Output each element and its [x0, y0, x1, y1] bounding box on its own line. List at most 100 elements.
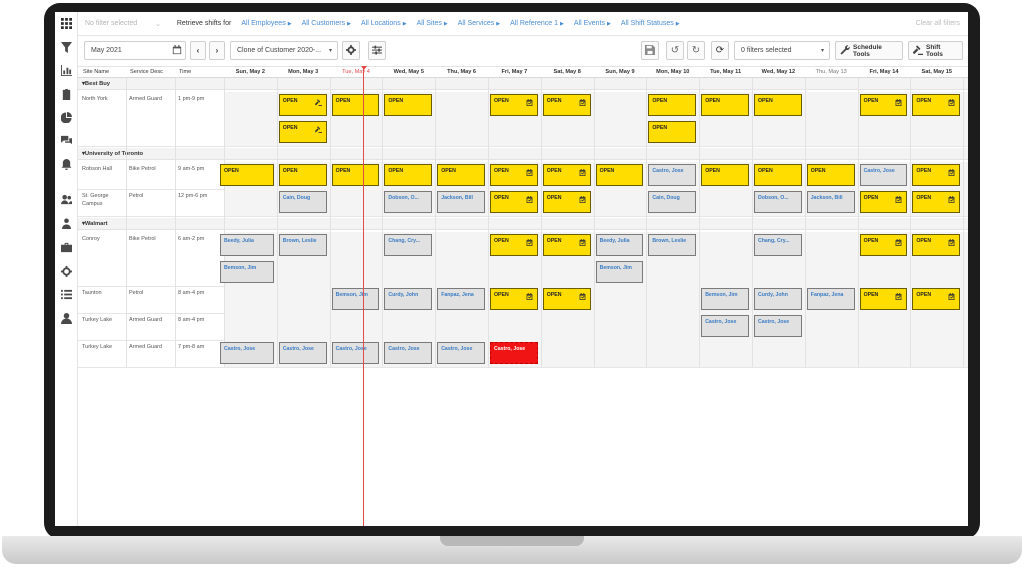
- filter-icon[interactable]: [59, 40, 74, 55]
- assigned-shift[interactable]: Brown, Leslie: [278, 234, 327, 256]
- assigned-shift[interactable]: Bemson, Jim: [220, 261, 274, 283]
- assigned-shift[interactable]: Chang, Cry...: [754, 234, 802, 256]
- assigned-shift[interactable]: Jackson, Bill: [437, 191, 485, 213]
- assigned-shift[interactable]: Castro, Jose: [859, 164, 908, 186]
- chevron-down-icon[interactable]: ⌄: [155, 20, 161, 28]
- list-icon[interactable]: [59, 287, 74, 302]
- filter-services[interactable]: All Services ▶: [458, 20, 500, 27]
- assigned-shift[interactable]: Dobson, O...: [754, 191, 802, 213]
- assigned-shift[interactable]: Curdy, John: [384, 288, 433, 310]
- prev-button[interactable]: ‹: [190, 41, 206, 60]
- assigned-shift[interactable]: Castro, Jose: [648, 164, 697, 186]
- bell-icon[interactable]: [59, 157, 74, 172]
- open-shift[interactable]: OPEN: [859, 94, 908, 116]
- gear-icon[interactable]: [59, 264, 74, 279]
- assigned-shift[interactable]: Jackson, Bill: [806, 191, 855, 213]
- briefcase-icon[interactable]: [59, 240, 74, 255]
- clipboard-icon[interactable]: [59, 87, 74, 102]
- open-shift[interactable]: OPEN: [912, 191, 961, 213]
- bar-chart-icon[interactable]: [59, 63, 74, 78]
- filter-customers[interactable]: All Customers ▶: [302, 20, 351, 27]
- open-shift[interactable]: OPEN: [701, 164, 749, 186]
- group-header[interactable]: ▾Walmart: [78, 218, 968, 230]
- open-shift[interactable]: OPEN: [490, 191, 538, 213]
- filter-employees[interactable]: All Employees ▶: [241, 20, 291, 27]
- open-shift[interactable]: OPEN: [542, 234, 591, 256]
- group-header[interactable]: ▾Best Buy: [78, 78, 968, 90]
- assigned-shift[interactable]: Bemson, Jim: [701, 288, 749, 310]
- assigned-shift[interactable]: Castro, Jose: [754, 315, 802, 337]
- open-shift[interactable]: OPEN: [859, 191, 908, 213]
- filter-reference[interactable]: All Reference 1 ▶: [510, 20, 564, 27]
- open-shift[interactable]: OPEN: [490, 288, 538, 310]
- open-shift[interactable]: OPEN: [384, 164, 433, 186]
- open-shift[interactable]: OPEN: [648, 94, 697, 116]
- filter-shift-statuses[interactable]: All Shift Statuses ▶: [621, 20, 680, 27]
- open-shift[interactable]: OPEN: [331, 164, 380, 186]
- open-shift[interactable]: OPEN: [912, 94, 961, 116]
- open-shift[interactable]: OPEN: [754, 164, 802, 186]
- open-shift[interactable]: OPEN: [542, 164, 591, 186]
- open-shift[interactable]: OPEN: [278, 121, 327, 143]
- filter-locations[interactable]: All Locations ▶: [361, 20, 407, 27]
- save-button[interactable]: [641, 41, 659, 60]
- alert-shift[interactable]: Castro, Jose: [490, 342, 538, 364]
- assigned-shift[interactable]: Castro, Jose: [220, 342, 274, 364]
- refresh-button[interactable]: ⟳: [711, 41, 729, 60]
- assigned-shift[interactable]: Fanpaz, Jena: [437, 288, 485, 310]
- adjust-button[interactable]: [368, 41, 386, 60]
- open-shift[interactable]: OPEN: [595, 164, 644, 186]
- filters-select[interactable]: 0 filters selected ▾: [734, 41, 830, 60]
- open-shift[interactable]: OPEN: [384, 94, 433, 116]
- template-select[interactable]: Clone of Customer 2020-... ▾: [230, 41, 338, 60]
- assigned-shift[interactable]: Beedy, Julia: [595, 234, 644, 256]
- assigned-shift[interactable]: Castro, Jose: [384, 342, 433, 364]
- open-shift[interactable]: OPEN: [648, 121, 697, 143]
- open-shift[interactable]: OPEN: [754, 94, 802, 116]
- assigned-shift[interactable]: Castro, Jose: [278, 342, 327, 364]
- open-shift[interactable]: OPEN: [806, 164, 855, 186]
- apps-grid-icon[interactable]: [59, 16, 74, 31]
- open-shift[interactable]: OPEN: [331, 94, 380, 116]
- calendar-icon[interactable]: [172, 45, 182, 57]
- assigned-shift[interactable]: Bemson, Jim: [595, 261, 644, 283]
- assigned-shift[interactable]: Beedy, Julia: [220, 234, 274, 256]
- assigned-shift[interactable]: Cain, Doug: [648, 191, 697, 213]
- open-shift[interactable]: OPEN: [278, 94, 327, 116]
- assigned-shift[interactable]: Dobson, O...: [384, 191, 433, 213]
- open-shift[interactable]: OPEN: [490, 94, 538, 116]
- assigned-shift[interactable]: Cain, Doug: [278, 191, 327, 213]
- redo-button[interactable]: ↻: [687, 41, 705, 60]
- assigned-shift[interactable]: Fanpaz, Jena: [806, 288, 855, 310]
- open-shift[interactable]: OPEN: [490, 164, 538, 186]
- open-shift[interactable]: OPEN: [278, 164, 327, 186]
- pie-chart-icon[interactable]: [59, 110, 74, 125]
- open-shift[interactable]: OPEN: [542, 191, 591, 213]
- chat-icon[interactable]: [59, 133, 74, 148]
- schedule-tools-button[interactable]: Schedule Tools: [835, 41, 903, 60]
- filter-events[interactable]: All Events ▶: [574, 20, 611, 27]
- open-shift[interactable]: OPEN: [912, 288, 961, 310]
- assigned-shift[interactable]: Brown, Leslie: [648, 234, 697, 256]
- template-settings-button[interactable]: [342, 41, 360, 60]
- org-icon[interactable]: [59, 216, 74, 231]
- open-shift[interactable]: OPEN: [542, 288, 591, 310]
- undo-button[interactable]: ↺: [666, 41, 684, 60]
- assigned-shift[interactable]: Castro, Jose: [331, 342, 380, 364]
- saved-filter-select[interactable]: No filter selected: [85, 20, 155, 27]
- assigned-shift[interactable]: Chang, Cry...: [384, 234, 433, 256]
- open-shift[interactable]: OPEN: [859, 234, 908, 256]
- assigned-shift[interactable]: Curdy, John: [754, 288, 802, 310]
- open-shift[interactable]: OPEN: [490, 234, 538, 256]
- open-shift[interactable]: OPEN: [437, 164, 485, 186]
- open-shift[interactable]: OPEN: [542, 94, 591, 116]
- open-shift[interactable]: OPEN: [912, 234, 961, 256]
- open-shift[interactable]: OPEN: [701, 94, 749, 116]
- filter-sites[interactable]: All Sites ▶: [417, 20, 448, 27]
- assigned-shift[interactable]: Castro, Jose: [437, 342, 485, 364]
- open-shift[interactable]: OPEN: [912, 164, 961, 186]
- shift-tools-button[interactable]: Shift Tools: [908, 41, 963, 60]
- open-shift[interactable]: OPEN: [859, 288, 908, 310]
- open-shift[interactable]: OPEN: [220, 164, 274, 186]
- next-button[interactable]: ›: [209, 41, 225, 60]
